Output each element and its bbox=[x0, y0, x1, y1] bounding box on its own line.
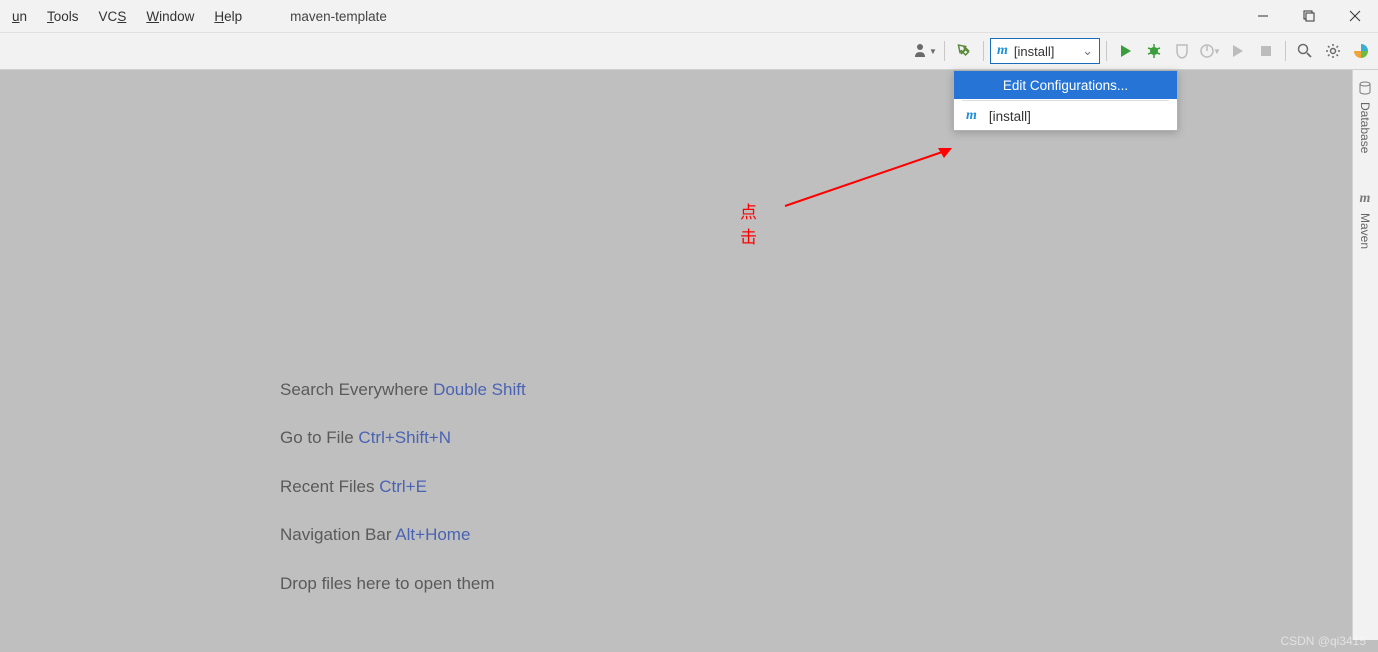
build-icon[interactable] bbox=[951, 38, 977, 64]
minimize-button[interactable] bbox=[1240, 0, 1286, 32]
main-toolbar: ▼ m [install] ⌄ ▼ bbox=[0, 33, 1378, 70]
toolbar-divider bbox=[944, 41, 945, 61]
right-tool-tabs: Database m Maven bbox=[1352, 70, 1378, 640]
stop-button bbox=[1253, 38, 1279, 64]
menu-help[interactable]: Help bbox=[204, 9, 252, 24]
dropdown-separator bbox=[962, 100, 1169, 101]
maven-tab[interactable]: m Maven bbox=[1353, 181, 1377, 259]
run-config-dropdown: Edit Configurations... m [install] bbox=[953, 70, 1178, 131]
toolbar-divider bbox=[983, 41, 984, 61]
maximize-button[interactable] bbox=[1286, 0, 1332, 32]
database-icon bbox=[1357, 80, 1373, 96]
menu-run[interactable]: un bbox=[2, 9, 37, 24]
edit-configurations-item[interactable]: Edit Configurations... bbox=[954, 71, 1177, 99]
maven-icon: m bbox=[1357, 191, 1373, 207]
run-configuration-selector[interactable]: m [install] ⌄ bbox=[990, 38, 1100, 64]
chevron-down-icon: ⌄ bbox=[1082, 43, 1093, 59]
menu-window[interactable]: Window bbox=[136, 9, 204, 24]
debug-button[interactable] bbox=[1141, 38, 1167, 64]
menu-vcs[interactable]: VCS bbox=[89, 9, 137, 24]
run-button[interactable] bbox=[1113, 38, 1139, 64]
run-disabled-button bbox=[1225, 38, 1251, 64]
editor-empty-area[interactable]: Search Everywhere Double Shift Go to Fil… bbox=[0, 70, 1352, 640]
product-icon[interactable] bbox=[1348, 38, 1374, 64]
toolbar-divider bbox=[1285, 41, 1286, 61]
profile-button[interactable]: ▼ bbox=[1197, 38, 1223, 64]
settings-button[interactable] bbox=[1320, 38, 1346, 64]
window-controls bbox=[1240, 0, 1378, 32]
toolbar-divider bbox=[1106, 41, 1107, 61]
dropdown-install-item[interactable]: m [install] bbox=[954, 102, 1177, 130]
close-button[interactable] bbox=[1332, 0, 1378, 32]
search-button[interactable] bbox=[1292, 38, 1318, 64]
run-config-label: [install] bbox=[1014, 44, 1054, 59]
database-tab[interactable]: Database bbox=[1353, 70, 1377, 163]
maven-icon: m bbox=[997, 43, 1008, 59]
menu-bar: un Tools VCS Window Help maven-template bbox=[0, 0, 1378, 33]
menu-tools[interactable]: Tools bbox=[37, 9, 89, 24]
project-name: maven-template bbox=[290, 9, 387, 24]
empty-state-hints: Search Everywhere Double Shift Go to Fil… bbox=[280, 366, 526, 608]
dropdown-install-label: [install] bbox=[989, 109, 1031, 124]
maven-icon: m bbox=[966, 108, 977, 124]
coverage-button[interactable] bbox=[1169, 38, 1195, 64]
user-icon[interactable]: ▼ bbox=[912, 38, 938, 64]
watermark: CSDN @qi3415 bbox=[1280, 634, 1366, 648]
